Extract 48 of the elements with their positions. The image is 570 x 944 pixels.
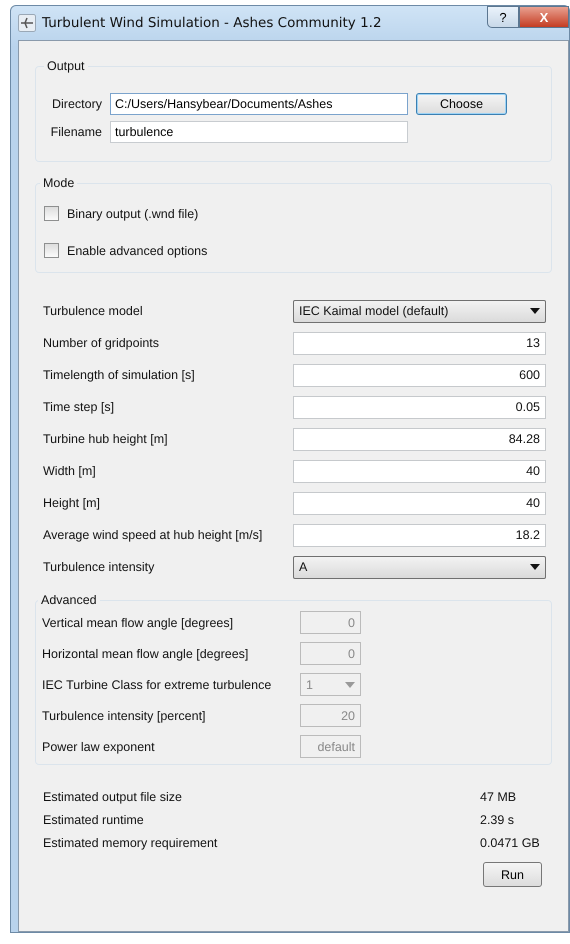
caret-icon [345,682,355,688]
parameter-label: Turbulence intensity [43,560,156,574]
parameter-label: IEC Turbine Class for extreme turbulence [42,678,272,692]
checkbox[interactable] [44,243,59,258]
estimate-label: Estimated memory requirement [43,836,218,850]
group-title: Output [46,59,86,73]
parameter-label: Number of gridpoints [43,336,160,350]
parameter-label: Power law exponent [42,740,156,754]
parameter-label: Turbulence intensity [percent] [42,708,207,722]
parameter-label: Average wind speed at hub height [m/s] [43,528,264,542]
field-label: Filename [50,125,102,139]
number-field[interactable]: 40 [293,492,546,514]
window-title: Turbulent Wind Simulation - Ashes Community 1.2 [42,15,382,31]
parameter-label: Vertical mean flow angle [degrees] [42,616,234,630]
run-button[interactable]: Run [483,862,542,887]
dropdown[interactable]: A [293,556,546,578]
checkbox-label: Binary output (.wnd file) [67,206,198,220]
filename-field[interactable]: turbulence [110,121,408,143]
number-field[interactable]: 0.05 [293,396,546,418]
help-button[interactable]: ? [487,6,519,28]
parameter-label: Turbulence model [43,304,144,318]
parameter-label: Time step [s] [43,400,116,414]
number-field[interactable]: 13 [293,332,546,354]
group-title: Mode [42,176,76,190]
number-field[interactable]: 600 [293,364,546,386]
parameter-label: Timelength of simulation [s] [43,368,196,382]
number-field[interactable]: 40 [293,460,546,482]
field-label: Directory [50,97,102,111]
app-icon [18,14,36,32]
estimate-label: Estimated runtime [43,812,144,826]
caret-icon [530,564,540,570]
caret-icon [530,308,540,314]
dropdown[interactable]: IEC Kaimal model (default) [293,300,546,322]
parameter-label: Horizontal mean flow angle [degrees] [42,646,250,660]
estimate-label: Estimated output file size [43,790,182,804]
number-field[interactable]: 18.2 [293,524,546,546]
parameter-label: Width [m] [43,464,97,478]
group-title: Advanced [40,593,98,607]
checkbox[interactable] [44,206,59,221]
checkbox-label: Enable advanced options [67,244,208,258]
choose-button[interactable]: Choose [416,93,507,115]
parameter-label: Turbine hub height [m] [43,432,169,446]
estimate-value: 0.0471 GB [480,836,541,850]
parameter-label: Height [m] [43,496,101,510]
directory-field[interactable]: C:/Users/Hansybear/Documents/Ashes [110,93,408,115]
number-field[interactable]: 84.28 [293,428,546,450]
estimate-value: 47 MB [480,790,518,804]
estimate-value: 2.39 s [480,812,516,826]
